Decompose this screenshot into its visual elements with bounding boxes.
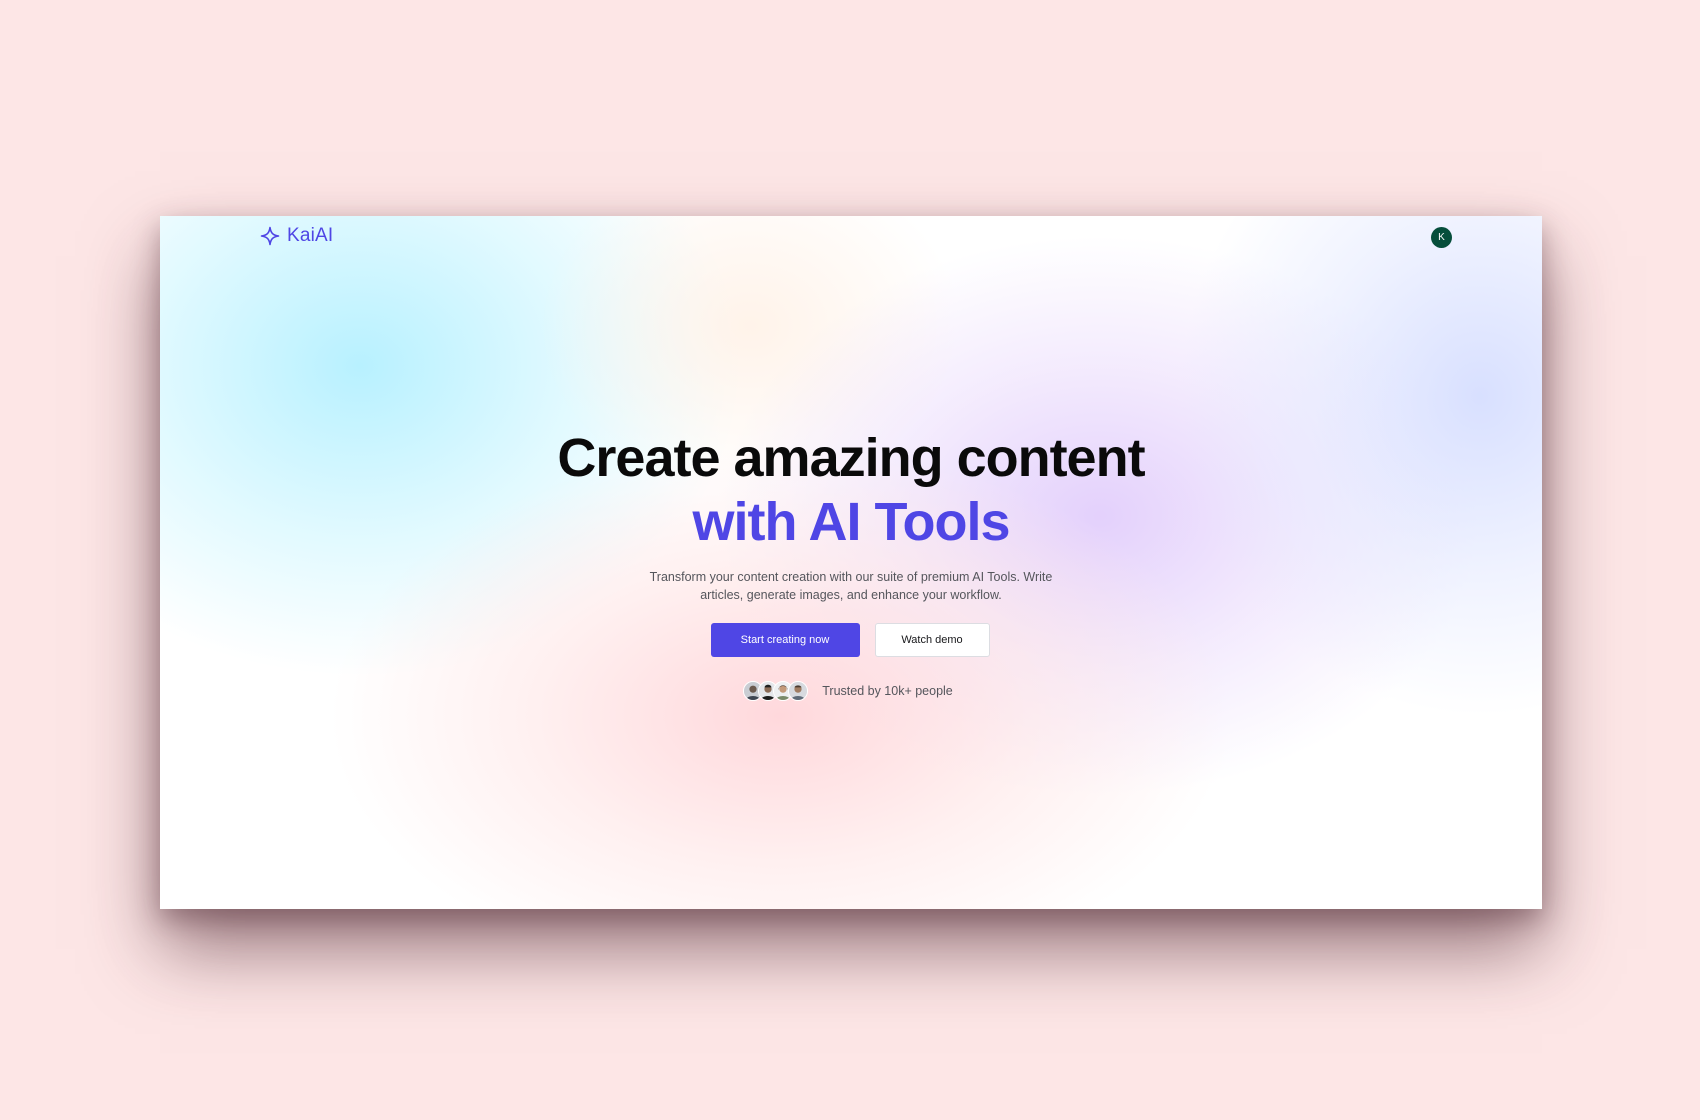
start-creating-button[interactable]: Start creating now <box>710 623 860 657</box>
hero-headline: Create amazing content with AI Tools <box>160 426 1542 554</box>
hero-subtitle: Transform your content creation with our… <box>649 570 1053 602</box>
cta-row: Start creating now Watch demo <box>160 623 1542 657</box>
headline-line-2-accent: with AI Tools <box>692 492 1011 552</box>
user-avatar[interactable]: K <box>1431 227 1452 248</box>
browser-window: KaiAI K Create amazing content with AI T… <box>160 216 1542 909</box>
user-avatar-stack <box>743 681 809 701</box>
top-nav: KaiAI K <box>160 216 1542 258</box>
trust-text: Trusted by 10k+ people <box>822 684 953 698</box>
watch-demo-button[interactable]: Watch demo <box>874 623 990 657</box>
hero-section: Create amazing content with AI Tools Tra… <box>160 426 1542 701</box>
brand-name: KaiAI <box>287 225 334 246</box>
headline-line-1: Create amazing content <box>557 428 1145 488</box>
sparkle-icon <box>260 226 280 246</box>
brand-logo[interactable]: KaiAI <box>260 225 333 247</box>
avatar <box>788 681 809 701</box>
social-proof: Trusted by 10k+ people <box>160 681 1542 701</box>
